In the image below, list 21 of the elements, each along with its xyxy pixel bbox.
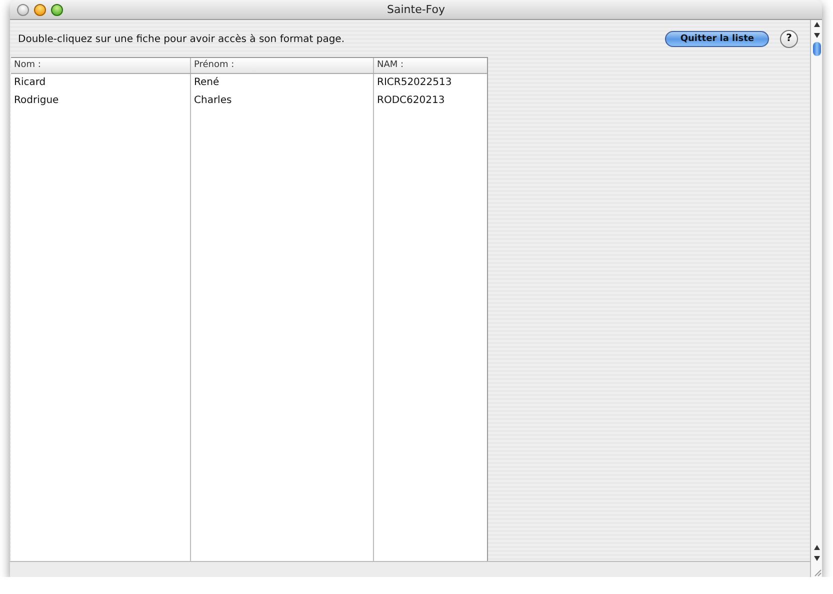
table-cell-text: RICR52022513 — [376, 76, 453, 90]
scroll-thumb[interactable] — [812, 42, 820, 56]
close-button[interactable] — [17, 4, 29, 16]
table-cell: Rodrigue — [11, 92, 191, 110]
table-cell-text: RODC620213 — [376, 94, 446, 108]
instruction-text: Double-cliquez sur une fiche pour avoir accès à son format page. — [18, 34, 345, 45]
column-header[interactable]: Nom : — [11, 58, 191, 73]
window-title: Sainte-Foy — [387, 3, 445, 16]
help-button[interactable]: ? — [780, 30, 798, 48]
scroll-down-icon[interactable] — [812, 31, 820, 39]
column-header[interactable]: NAM : — [374, 58, 487, 73]
minimize-button[interactable] — [34, 4, 46, 16]
scrollbar[interactable] — [810, 20, 822, 577]
zoom-button[interactable] — [51, 4, 63, 16]
table-cell: Ricard — [11, 74, 191, 92]
column-header[interactable]: Prénom : — [191, 58, 374, 73]
quit-list-button[interactable]: Quitter la liste — [665, 30, 769, 46]
table-cell: Charles — [191, 92, 374, 110]
scroll-down-icon[interactable] — [812, 554, 820, 562]
scroll-up-icon[interactable] — [812, 544, 820, 552]
table-cell: René — [191, 74, 374, 92]
